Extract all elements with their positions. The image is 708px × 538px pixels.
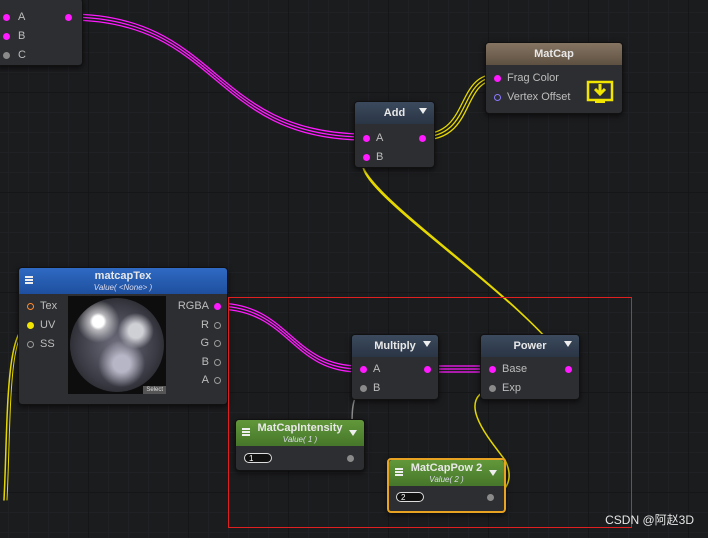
uv-input[interactable]: UV — [27, 319, 55, 331]
a-output-label: A — [201, 374, 209, 386]
frag-color-dot-icon[interactable] — [494, 74, 501, 82]
matcap-texture-subtitle: Value( <None> ) — [93, 283, 153, 292]
b-output-dot-icon[interactable] — [214, 358, 221, 366]
add-output-dot-icon[interactable] — [419, 135, 426, 142]
menu-icon[interactable] — [25, 276, 33, 284]
add-node[interactable]: Add A B — [354, 101, 435, 168]
port-a-label: A — [18, 11, 26, 23]
port-a[interactable]: A — [3, 11, 25, 23]
r-output-label: R — [201, 319, 209, 331]
chevron-down-icon[interactable] — [419, 108, 427, 114]
a-output[interactable]: A — [202, 374, 221, 386]
r-output-dot-icon[interactable] — [214, 321, 221, 329]
ss-input[interactable]: SS — [27, 338, 55, 350]
add-input-a-dot-icon[interactable] — [363, 134, 370, 142]
r-output[interactable]: R — [201, 319, 221, 331]
b-output[interactable]: B — [202, 356, 221, 368]
matcap-sphere-image — [70, 298, 164, 392]
frag-color-label: Frag Color — [507, 72, 559, 84]
output-a-dot-icon[interactable] — [65, 14, 72, 21]
frag-color-input[interactable]: Frag Color — [494, 72, 559, 84]
b-output-label: B — [201, 356, 209, 368]
rgba-output-dot-icon[interactable] — [214, 302, 221, 310]
a-output-dot-icon[interactable] — [214, 376, 221, 384]
tex-input-label: Tex — [40, 300, 58, 312]
vertex-offset-input[interactable]: Vertex Offset — [494, 91, 570, 103]
download-icon — [586, 80, 614, 103]
select-texture-button[interactable]: Select — [143, 386, 166, 394]
g-output-label: G — [200, 337, 209, 349]
matcap-node-header[interactable]: MatCap — [486, 43, 622, 65]
highlight-box — [228, 297, 632, 528]
uv-input-label: UV — [40, 319, 56, 331]
rgba-output-label: RGBA — [177, 300, 209, 312]
g-output[interactable]: G — [200, 337, 221, 349]
matcap-node-title: MatCap — [534, 48, 574, 60]
ss-input-label: SS — [40, 338, 55, 350]
port-b[interactable]: B — [3, 30, 25, 42]
tex-input[interactable]: Tex — [27, 300, 57, 312]
matcap-texture-title: matcapTex — [94, 270, 152, 282]
matcap-texture-preview[interactable]: Select — [68, 296, 166, 394]
add-input-a[interactable]: A — [363, 132, 383, 144]
uv-input-dot-icon[interactable] — [27, 321, 34, 329]
port-c-label: C — [18, 49, 26, 61]
add-node-header[interactable]: Add — [355, 102, 434, 124]
add-input-b-dot-icon[interactable] — [363, 153, 370, 161]
port-b-dot-icon[interactable] — [3, 32, 10, 40]
matcap-texture-header[interactable]: matcapTex Value( <None> ) — [19, 268, 227, 294]
matcap-output-node[interactable]: MatCap Frag Color Vertex Offset — [485, 42, 623, 114]
port-c[interactable]: C — [3, 49, 26, 61]
top-left-node[interactable]: A B C — [0, 0, 83, 66]
add-input-b[interactable]: B — [363, 151, 383, 163]
port-a-dot-icon[interactable] — [3, 13, 10, 21]
matcap-texture-node[interactable]: matcapTex Value( <None> ) Tex UV SS Sele… — [18, 267, 228, 405]
tex-input-dot-icon[interactable] — [27, 302, 34, 310]
port-c-dot-icon[interactable] — [3, 51, 10, 59]
ss-input-dot-icon[interactable] — [27, 340, 34, 348]
watermark: CSDN @阿赵3D — [605, 513, 694, 527]
vertex-offset-label: Vertex Offset — [507, 91, 571, 103]
vertex-offset-dot-icon[interactable] — [494, 93, 501, 101]
add-input-a-label: A — [376, 132, 384, 144]
rgba-output[interactable]: RGBA — [178, 300, 221, 312]
add-node-title: Add — [383, 107, 406, 119]
g-output-dot-icon[interactable] — [214, 339, 221, 347]
port-b-label: B — [18, 30, 26, 42]
add-input-b-label: B — [376, 151, 384, 163]
